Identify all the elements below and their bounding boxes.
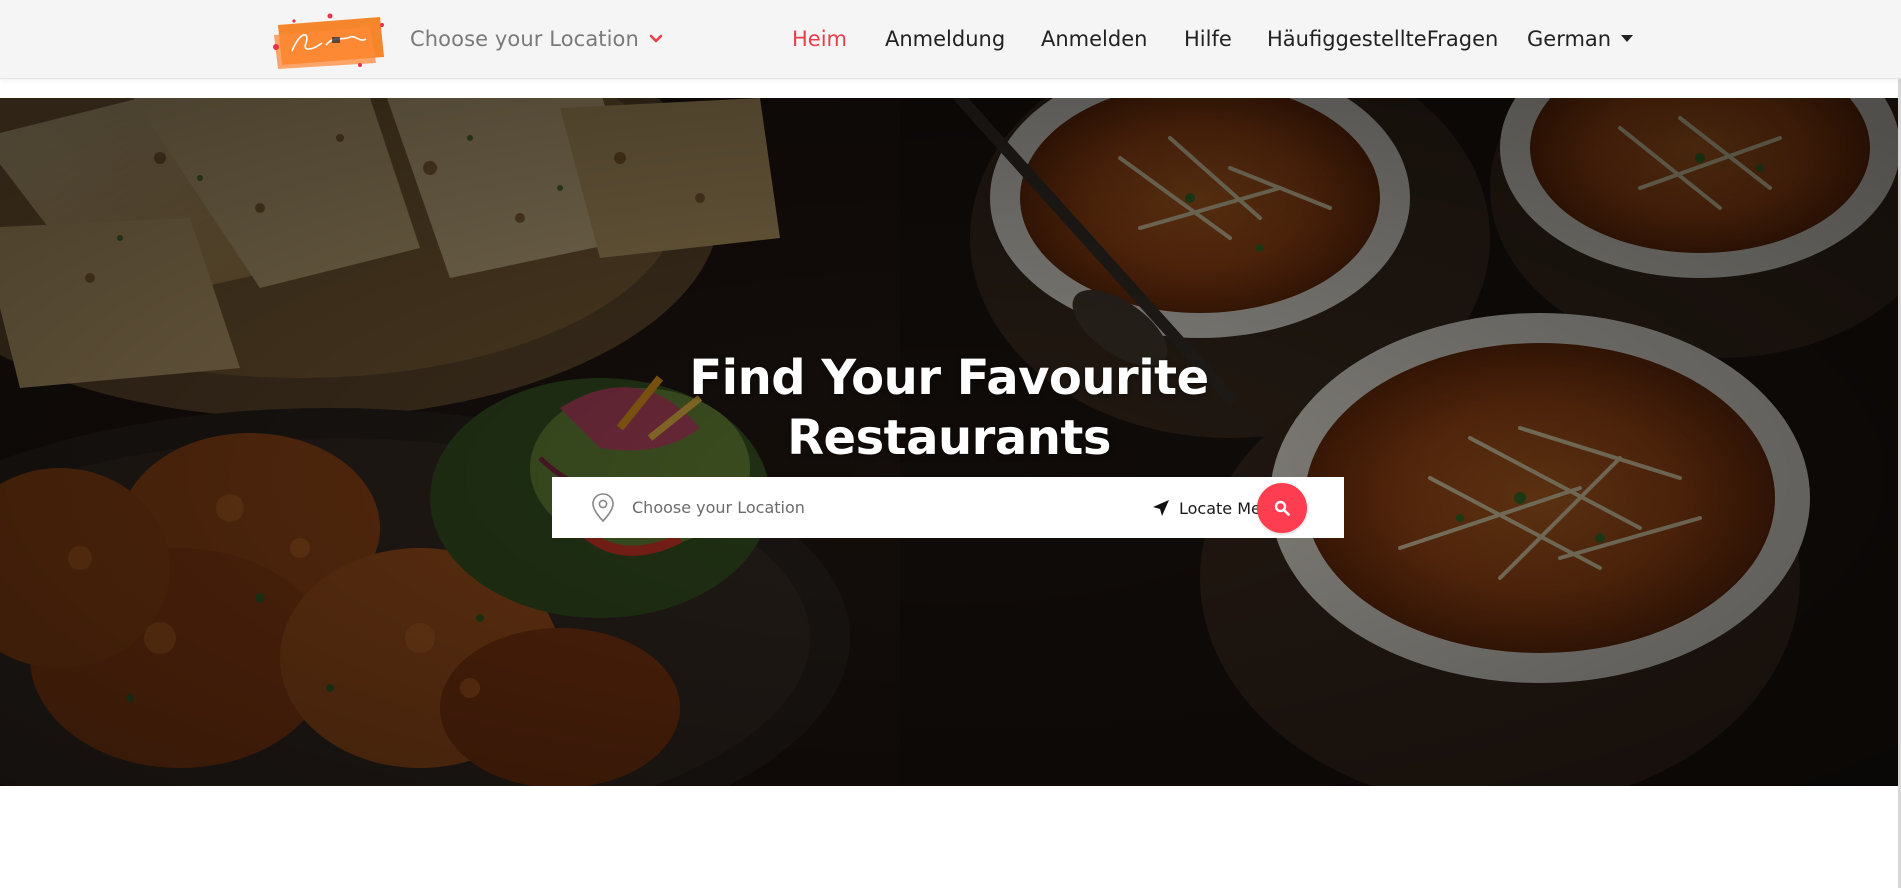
- hero-heading-line1: Find Your Favourite: [689, 350, 1209, 406]
- caret-down-icon: [1621, 34, 1634, 42]
- nav-item-hilfe[interactable]: Hilfe: [1184, 24, 1232, 54]
- language-dropdown[interactable]: German: [1527, 24, 1634, 54]
- nav-item-anmeldung[interactable]: Anmeldung: [885, 24, 1005, 54]
- top-navbar: Choose your Location Heim Anmeldung Anme…: [0, 0, 1901, 79]
- search-button[interactable]: [1257, 483, 1307, 533]
- search-icon: [1274, 500, 1290, 516]
- location-selector[interactable]: Choose your Location: [410, 24, 663, 54]
- brand-logo[interactable]: [270, 13, 388, 69]
- hero-heading-line2: Restaurants: [787, 410, 1111, 466]
- hero-banner: Find Your Favourite Restaurants Locate M…: [0, 98, 1898, 786]
- nav-item-anmelden[interactable]: Anmelden: [1041, 24, 1147, 54]
- location-search-bar: Locate Me: [552, 477, 1344, 538]
- nav-item-faq[interactable]: HäufiggestellteFragen: [1267, 24, 1498, 54]
- location-selector-label: Choose your Location: [410, 27, 639, 51]
- nav-item-heim[interactable]: Heim: [792, 24, 847, 54]
- navigation-arrow-icon: [1153, 500, 1169, 516]
- locate-me-button[interactable]: Locate Me: [1152, 495, 1261, 521]
- map-pin-icon: [592, 493, 614, 523]
- location-search-input[interactable]: [632, 487, 1132, 528]
- chevron-down-icon: [649, 34, 663, 43]
- language-label: German: [1527, 27, 1612, 51]
- locate-me-label: Locate Me: [1179, 498, 1261, 518]
- hero-heading: Find Your Favourite Restaurants: [0, 348, 1898, 468]
